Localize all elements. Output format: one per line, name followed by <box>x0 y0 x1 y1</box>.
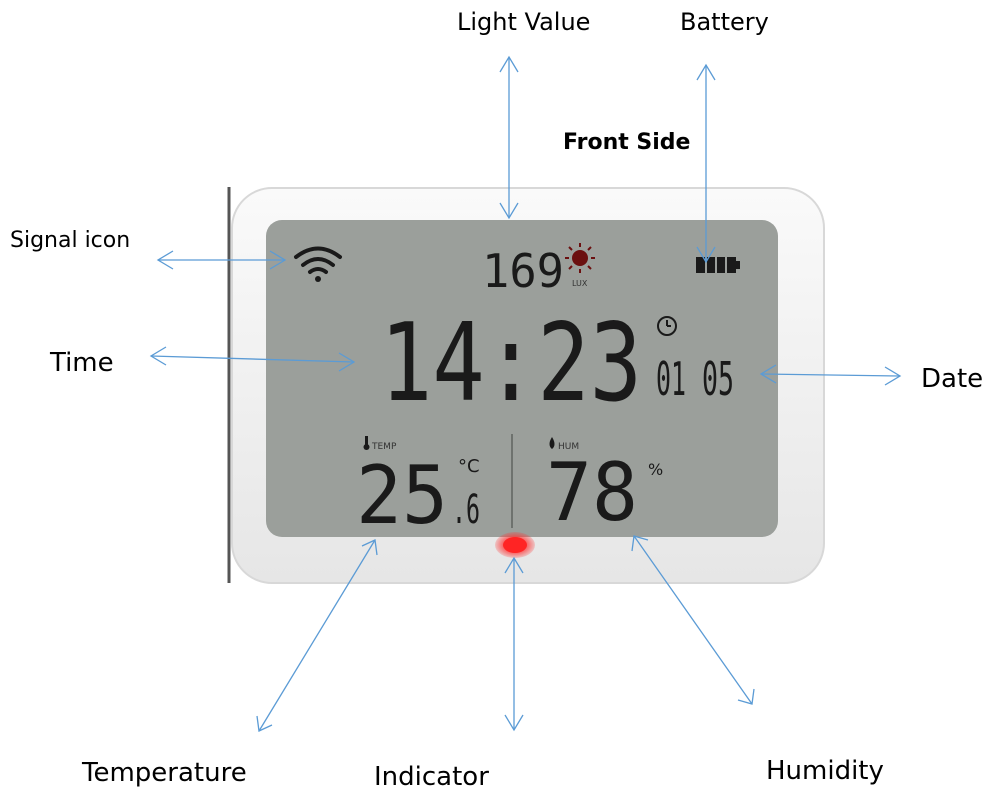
date-day: 05 <box>702 352 734 406</box>
indicator-led <box>503 537 527 553</box>
battery-icon <box>696 257 740 273</box>
light-value-readout: 169 <box>482 244 564 298</box>
device-photo: 169 LUX 14:23 01 05 TEMP 25 .6 °C HUM 78… <box>225 187 825 584</box>
humidity-value: 78 <box>546 446 638 539</box>
temp-unit: °C <box>458 456 480 477</box>
date-month: 01 <box>656 352 686 406</box>
temperature-decimal: .6 <box>452 487 480 533</box>
diagram-svg: 169 LUX 14:23 01 05 TEMP 25 .6 °C HUM 78… <box>149 55 902 732</box>
temperature-value: 25 <box>356 449 448 542</box>
lux-unit: LUX <box>572 279 588 288</box>
diagram-stage: Front Side Light Value Battery Signal ic… <box>0 0 990 793</box>
humidity-unit: % <box>648 460 663 479</box>
time-readout: 14:23 <box>380 301 642 426</box>
